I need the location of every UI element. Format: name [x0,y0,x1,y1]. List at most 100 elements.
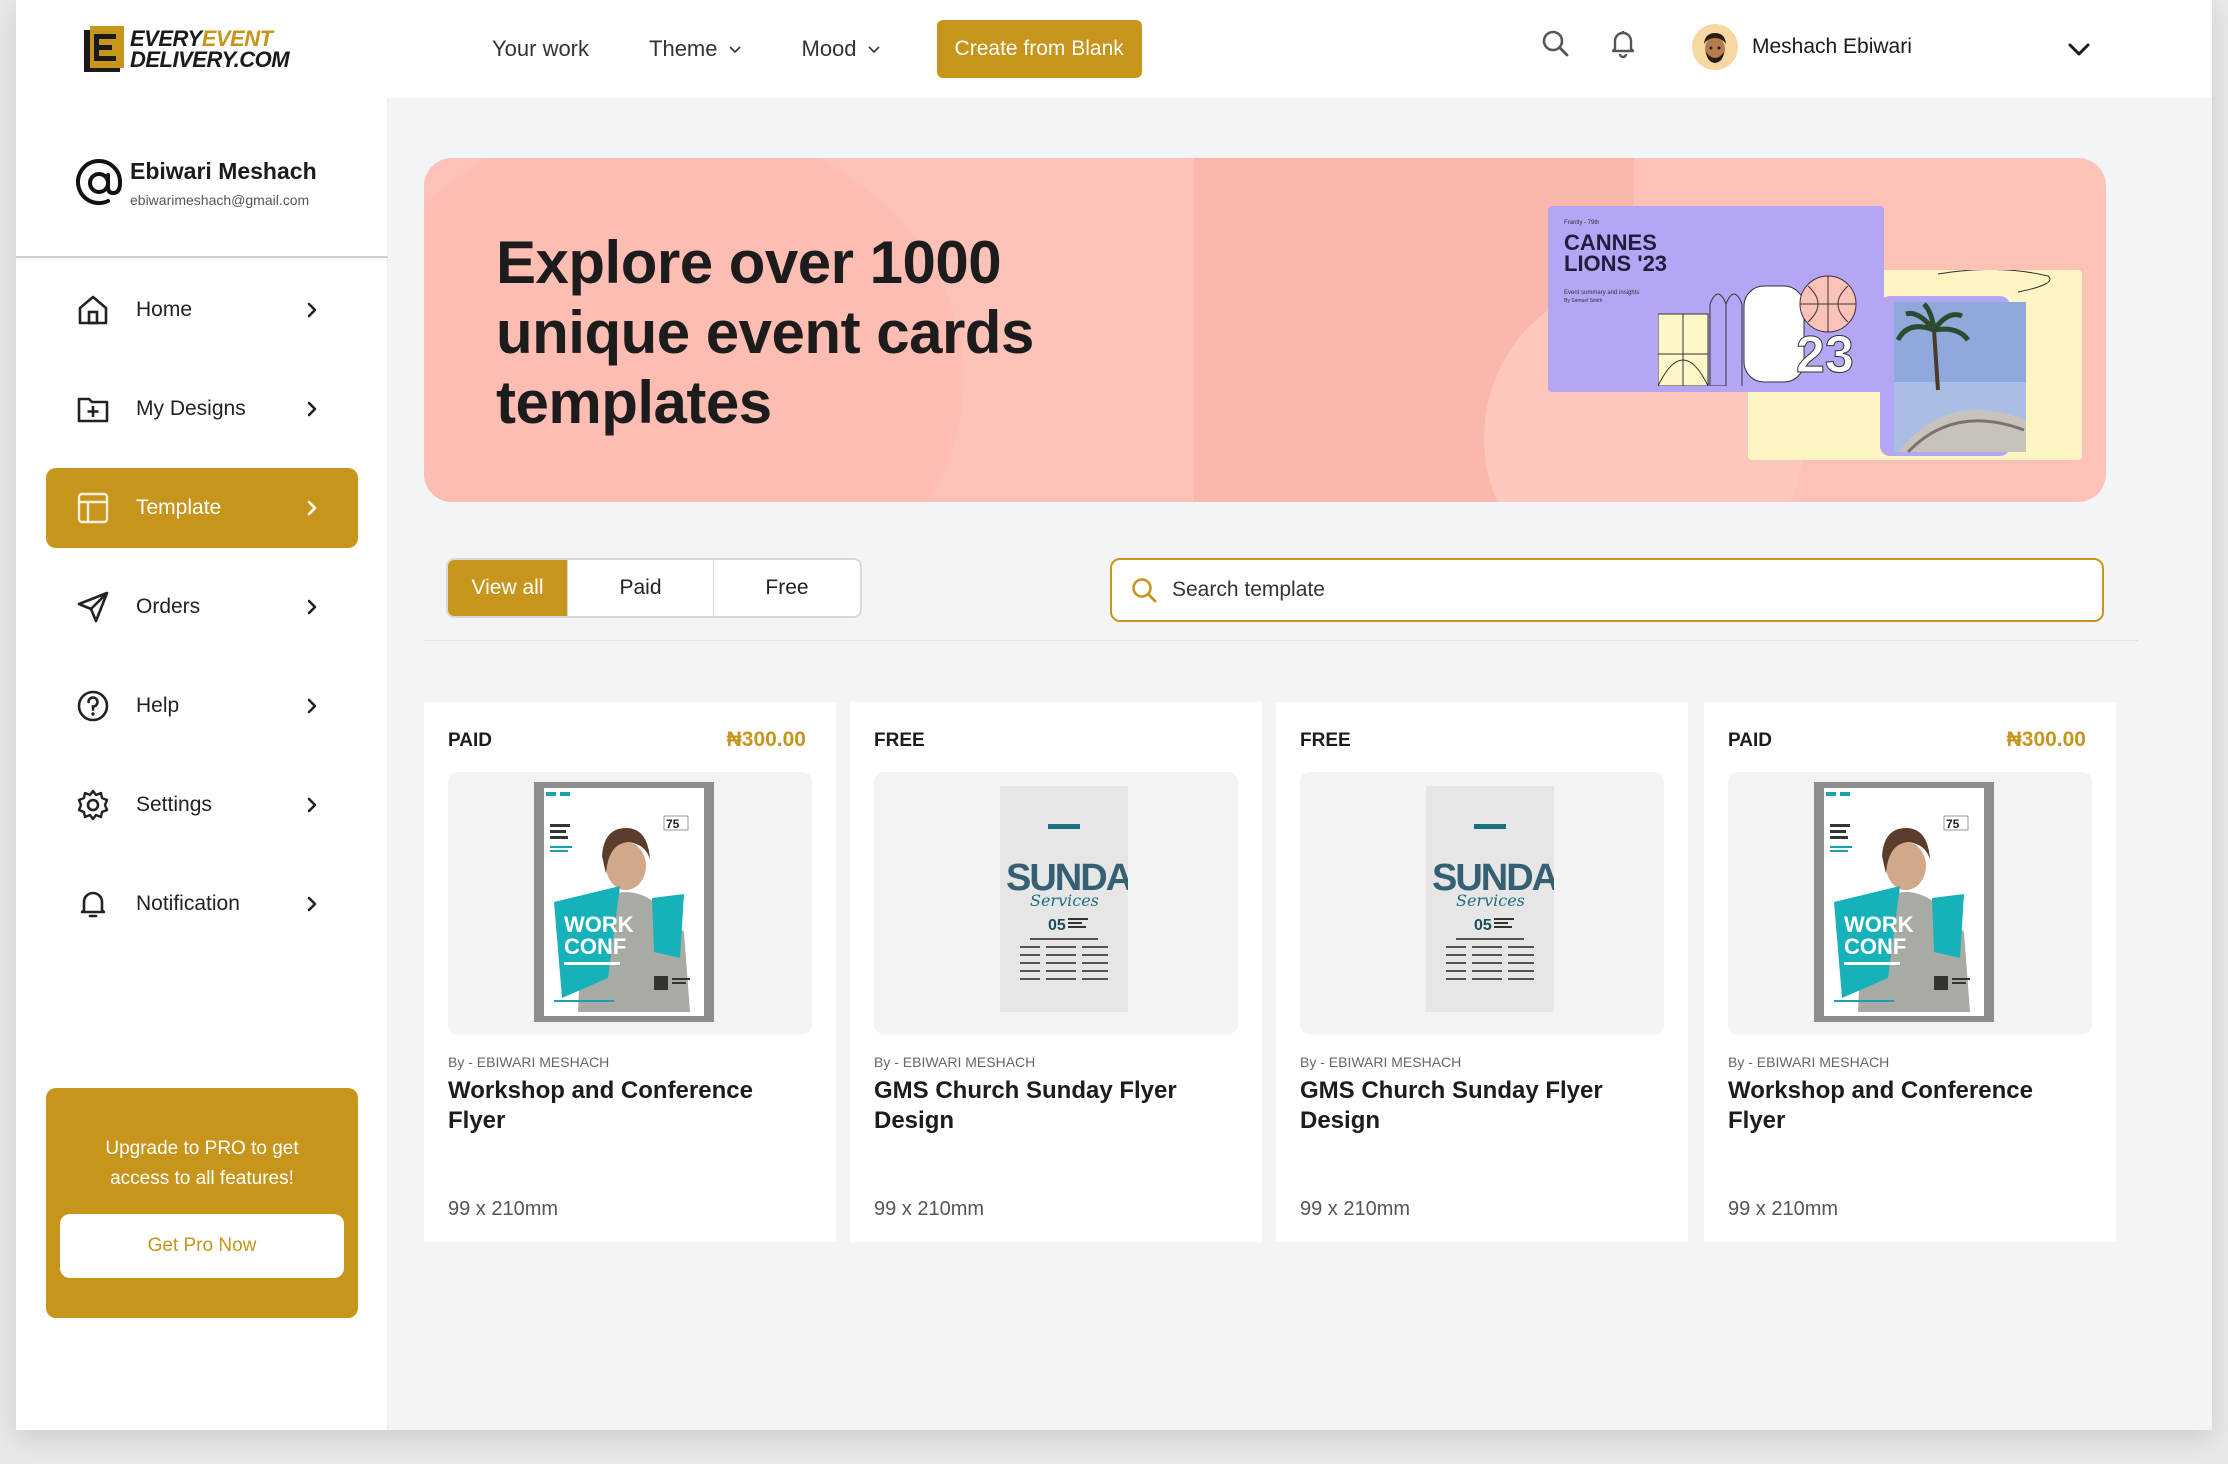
nav-mood-dropdown[interactable]: Mood [802,36,881,62]
template-thumbnail: SUNDAY Services 05 [1300,772,1664,1034]
user-menu[interactable]: Meshach Ebiwari [1692,24,1912,70]
user-avatar [1692,24,1738,70]
sidebar-item-label: My Designs [136,397,246,420]
chevron-down-icon [867,46,880,54]
template-type-badge: PAID [1728,730,1772,751]
template-thumbnail: SUNDAY Services 05 [874,772,1238,1034]
template-search[interactable] [1110,558,2104,622]
sidebar-item-label: Notification [136,892,240,915]
sidebar-item-label: Orders [136,595,201,618]
svg-text:05: 05 [1048,917,1066,934]
template-card[interactable]: PAID ₦300.00 75 WORK CONF By - EBIWARI M… [1704,702,2116,1242]
create-from-blank-button[interactable]: Create from Blank [936,20,1142,78]
svg-text:Services: Services [1030,891,1099,910]
svg-text:Services: Services [1456,891,1525,910]
template-thumbnail: 75 WORK CONF [1728,772,2092,1034]
template-author: By - EBIWARI MESHACH [874,1054,1036,1070]
template-price: ₦300.00 [2006,728,2086,751]
chevron-right-icon [307,896,317,912]
filter-paid[interactable]: Paid [568,560,714,616]
sidebar-item-label: Home [136,298,193,321]
nav-theme-label: Theme [649,36,718,61]
sidebar-item-label: Help [136,694,180,717]
template-size: 99 x 210mm [874,1198,985,1220]
nav-theme-dropdown[interactable]: Theme [649,36,741,62]
sidebar-item-settings[interactable]: Settings [46,765,358,845]
template-type-badge: PAID [448,730,492,751]
nav-mood-label: Mood [801,36,857,61]
template-title: Workshop and Conference Flyer [1728,1077,2033,1134]
svg-text:05: 05 [1474,917,1492,934]
hero-banner: Explore over 1000 unique event cards tem… [424,158,2106,502]
sidebar-item-help[interactable]: Help [46,666,358,746]
sidebar: Ebiwari Meshach ebiwarimeshach@gmail.com… [16,98,388,1430]
event-card-subtitle: Event summary and insights [1564,290,1640,296]
app-window: EVERYEVENT DELIVERY.COM Your work Theme … [16,0,2212,1430]
svg-text:75: 75 [666,817,680,831]
template-title: Workshop and Conference Flyer [448,1077,753,1134]
chevron-right-icon [307,401,317,417]
event-card-date: Frantly - 79th [1564,220,1600,226]
sidebar-divider [16,256,388,258]
banner-title: Explore over 1000 unique event cards tem… [496,229,1034,436]
layout-icon [77,492,109,524]
logo-text-delivery: DELIVERY.COM [130,47,290,72]
chevron-down-icon[interactable] [2066,36,2092,62]
sidebar-item-notification[interactable]: Notification [46,864,358,944]
nav-your-work-label: Your work [492,36,590,61]
search-icon[interactable] [1540,28,1570,58]
sidebar-item-orders[interactable]: Orders [46,567,358,647]
template-size: 99 x 210mm [448,1198,559,1220]
abstract-shapes-icon: 23 [1658,275,1857,386]
logo-mark-icon [84,26,124,72]
template-card[interactable]: FREE SUNDAY Services 05 By [1276,702,1688,1242]
svg-text:75: 75 [1946,817,1960,831]
section-divider [424,640,2138,641]
event-card-title-line1: CANNES [1564,230,1657,255]
template-title: GMS Church Sunday Flyer Design [1300,1077,1603,1134]
filter-view-all[interactable]: View all [448,560,568,616]
bell-icon[interactable] [1608,28,1638,59]
help-icon [77,690,109,722]
sidebar-item-home[interactable]: Home [46,270,358,350]
nav-your-work[interactable]: Your work [492,36,589,62]
brand-logo[interactable]: EVERYEVENT DELIVERY.COM [82,24,302,74]
gear-icon [77,789,109,821]
home-icon [78,295,108,325]
chevron-right-icon [307,797,317,813]
sidebar-item-my-designs[interactable]: My Designs [46,369,358,449]
filter-free[interactable]: Free [714,560,860,616]
template-type-badge: FREE [1300,730,1351,751]
search-icon [1132,578,1157,603]
sidebar-item-template[interactable]: Template [46,468,358,548]
upgrade-pro-card: Upgrade to PRO to get access to all feat… [46,1088,358,1318]
template-size: 99 x 210mm [1300,1198,1411,1220]
chevron-right-icon [307,500,317,516]
template-author: By - EBIWARI MESHACH [1728,1054,1890,1070]
template-author: By - EBIWARI MESHACH [448,1054,610,1070]
template-card[interactable]: PAID ₦300.00 75 WORK CONF By - EBIWARI M… [424,702,836,1242]
svg-text:23: 23 [1796,326,1854,384]
work-conf-poster-image: 75 WORK CONF [534,782,714,1022]
template-card[interactable]: FREE SUNDAY Services 05 By [850,702,1262,1242]
event-card-author: By Samuel Smith [1564,298,1603,304]
sunday-service-poster-image: SUNDAY Services 05 [1426,786,1554,1012]
svg-text:CONF: CONF [564,934,626,959]
user-name: Meshach Ebiwari [1752,35,1912,58]
send-icon [77,591,109,623]
sunday-service-poster-image: SUNDAY Services 05 [1000,786,1128,1012]
svg-text:CONF: CONF [1844,934,1906,959]
get-pro-button[interactable]: Get Pro Now [60,1214,344,1278]
sidebar-menu: Home My Designs Template Orders Help Set… [46,270,358,963]
template-author: By - EBIWARI MESHACH [1300,1054,1462,1070]
folder-plus-icon [77,397,109,423]
work-conf-poster-image: 75 WORK CONF [1814,782,1994,1022]
upgrade-pro-text: Upgrade to PRO to get access to all feat… [105,1138,299,1189]
top-bar: EVERYEVENT DELIVERY.COM Your work Theme … [16,0,2212,98]
template-title: GMS Church Sunday Flyer Design [874,1077,1177,1134]
price-filter: View all Paid Free [446,558,862,618]
template-size: 99 x 210mm [1728,1198,1839,1220]
search-input[interactable] [1172,578,2072,602]
profile-email: ebiwarimeshach@gmail.com [130,192,310,208]
chevron-right-icon [307,302,317,318]
